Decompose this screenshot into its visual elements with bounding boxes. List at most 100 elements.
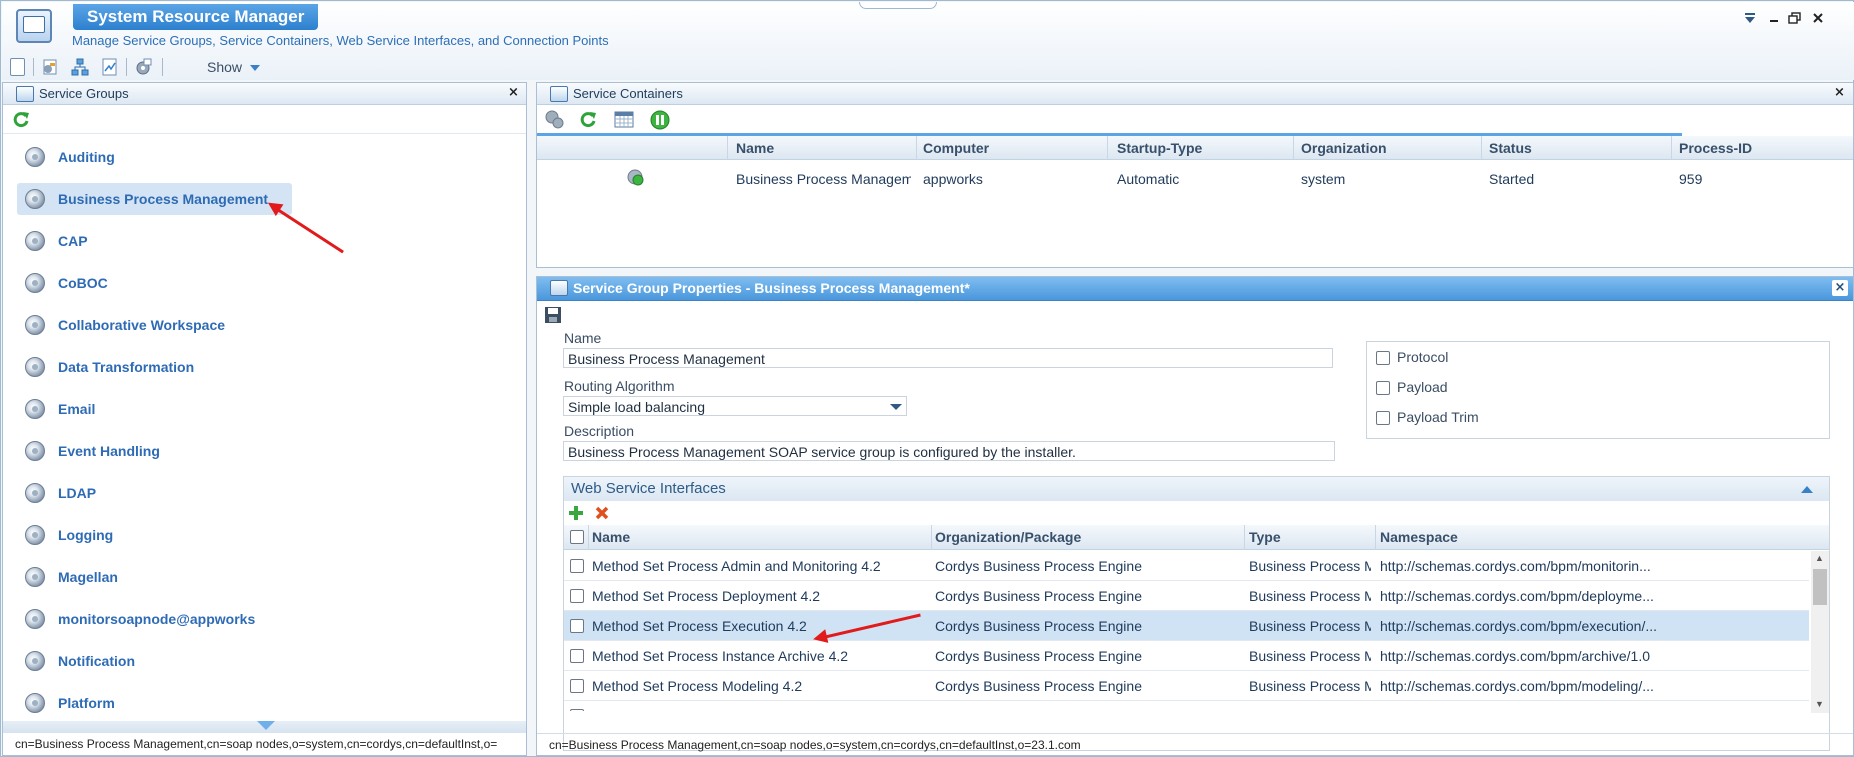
service-group-item[interactable]: LDAP xyxy=(25,477,285,509)
scrollbar-thumb[interactable] xyxy=(1813,569,1827,605)
save-icon[interactable] xyxy=(544,306,562,328)
panel-icon xyxy=(550,86,568,102)
payload-checkbox[interactable] xyxy=(1376,381,1390,395)
panel-splitter[interactable] xyxy=(3,721,526,733)
service-group-item[interactable]: CAP xyxy=(25,225,285,257)
column-type[interactable]: Type xyxy=(1249,529,1374,545)
cell-namespace: http://schemas.cordys.com/bpm/deployme..… xyxy=(1380,588,1654,604)
cell-name: Method Set Process Instance Archive 4.2 xyxy=(592,648,849,664)
service-group-wizard-icon[interactable] xyxy=(41,58,59,76)
hierarchy-icon[interactable] xyxy=(71,58,89,76)
calendar-icon[interactable] xyxy=(614,110,634,132)
report-icon[interactable] xyxy=(101,58,119,76)
column-process-id[interactable]: Process-ID xyxy=(1679,140,1839,156)
collapse-icon[interactable] xyxy=(1800,484,1814,494)
refresh-icon[interactable] xyxy=(12,110,30,132)
container-settings-icon[interactable] xyxy=(544,109,564,133)
row-checkbox[interactable] xyxy=(570,649,584,663)
dropdown-menu-icon[interactable] xyxy=(1742,12,1758,26)
close-window-icon[interactable] xyxy=(1810,12,1826,26)
service-group-label: Platform xyxy=(58,695,115,711)
collapse-header-handle[interactable] xyxy=(859,2,937,9)
table-row[interactable]: Method Set Process Execution 4.2 Cordys B… xyxy=(564,611,1809,641)
service-group-label: monitorsoapnode@appworks xyxy=(58,611,256,627)
cell-startup-type: Automatic xyxy=(1117,171,1180,187)
show-menu-button[interactable]: Show xyxy=(207,59,261,75)
table-row[interactable]: Business Process Manageme appworks Autom… xyxy=(537,162,1853,196)
column-name[interactable]: Name xyxy=(736,140,911,156)
restore-icon[interactable] xyxy=(1787,12,1803,26)
service-group-item[interactable]: Data Transformation xyxy=(25,351,285,383)
cell-process-id: 959 xyxy=(1679,171,1703,187)
wsi-header[interactable]: Web Service Interfaces xyxy=(564,477,1829,501)
cell-organization-package: Cordys Business Process Engine xyxy=(935,618,1142,634)
service-group-item[interactable]: CoBOC xyxy=(25,267,285,299)
service-group-item[interactable]: Email xyxy=(25,393,285,425)
description-field[interactable]: Business Process Management SOAP service… xyxy=(563,441,1335,461)
service-group-item[interactable]: monitorsoapnode@appworks xyxy=(25,603,285,635)
cell-type: Business Process Ma... xyxy=(1249,648,1371,664)
column-computer[interactable]: Computer xyxy=(923,140,1103,156)
scroll-down-icon[interactable]: ▼ xyxy=(1815,699,1824,709)
web-service-interfaces-grid: Name Organization/Package Type Namespace… xyxy=(564,525,1829,751)
vertical-scrollbar[interactable]: ▲ ▼ xyxy=(1811,551,1829,713)
column-organization[interactable]: Organization xyxy=(1301,140,1481,156)
cell-namespace: http://schemas.cordys.com/bpm/monitorin.… xyxy=(1380,558,1651,574)
web-service-interfaces-section: Web Service Interfaces Name Organization… xyxy=(563,476,1830,751)
chevron-down-icon[interactable] xyxy=(884,397,906,415)
column-separator xyxy=(1481,136,1482,160)
row-checkbox[interactable] xyxy=(570,619,584,633)
payload-trim-checkbox[interactable] xyxy=(1376,411,1390,425)
close-icon[interactable]: × xyxy=(1832,280,1848,296)
table-row[interactable]: Method Set Process Instance Archive 4.2 C… xyxy=(564,641,1809,671)
service-group-item[interactable]: Platform xyxy=(25,687,285,719)
refresh-icon[interactable] xyxy=(579,110,597,132)
service-group-gear-icon xyxy=(25,651,45,671)
protocol-checkbox[interactable] xyxy=(1376,351,1390,365)
settings-gear-icon[interactable] xyxy=(134,58,152,76)
row-checkbox[interactable] xyxy=(570,679,584,693)
row-checkbox[interactable] xyxy=(570,709,584,711)
service-group-properties-panel: Service Group Properties - Business Proc… xyxy=(536,276,1854,756)
row-checkbox[interactable] xyxy=(570,589,584,603)
column-status[interactable]: Status xyxy=(1489,140,1669,156)
properties-title: Service Group Properties - Business Proc… xyxy=(573,280,970,296)
delete-icon[interactable] xyxy=(594,505,610,525)
service-group-item[interactable]: Auditing xyxy=(25,141,285,173)
pause-icon[interactable] xyxy=(650,110,670,134)
routing-algorithm-select[interactable]: Simple load balancing xyxy=(563,396,907,416)
service-group-item[interactable]: Notification xyxy=(25,645,285,677)
column-name[interactable]: Name xyxy=(592,529,922,545)
payload-label: Payload xyxy=(1397,379,1448,395)
table-row[interactable]: Method Set Process Deployment 4.2 Cordys … xyxy=(564,581,1809,611)
service-containers-title: Service Containers xyxy=(573,86,683,101)
service-group-label: CoBOC xyxy=(58,275,108,291)
service-group-item[interactable]: Logging xyxy=(25,519,285,551)
service-group-item[interactable]: Business Process Management xyxy=(17,183,292,215)
minimize-icon[interactable] xyxy=(1766,12,1782,26)
close-icon[interactable]: × xyxy=(508,85,519,100)
system-resource-manager-logo-icon xyxy=(16,9,52,43)
row-checkbox[interactable] xyxy=(570,559,584,573)
select-all-checkbox[interactable] xyxy=(570,530,584,544)
column-namespace[interactable]: Namespace xyxy=(1380,529,1620,545)
service-group-item[interactable]: Event Handling xyxy=(25,435,285,467)
close-icon[interactable]: × xyxy=(1834,85,1845,100)
new-document-icon[interactable] xyxy=(10,58,25,76)
panel-icon xyxy=(16,86,34,102)
table-row[interactable]: Method Set Process Authorization 4.2 Cord… xyxy=(564,701,1809,711)
scroll-up-icon[interactable]: ▲ xyxy=(1815,553,1824,563)
table-row[interactable]: Method Set Process Modeling 4.2 Cordys Bu… xyxy=(564,671,1809,701)
name-field[interactable]: Business Process Management xyxy=(563,348,1333,368)
service-group-item[interactable]: Collaborative Workspace xyxy=(25,309,285,341)
add-icon[interactable] xyxy=(568,505,584,525)
column-separator xyxy=(931,525,932,550)
table-row[interactable]: Method Set Process Admin and Monitoring … xyxy=(564,551,1809,581)
service-groups-panel: Service Groups × Auditing Business Proces… xyxy=(2,82,527,756)
toolbar-separator xyxy=(162,58,163,76)
service-group-gear-icon xyxy=(25,189,45,209)
column-organization-package[interactable]: Organization/Package xyxy=(935,529,1235,545)
service-group-item[interactable]: Magellan xyxy=(25,561,285,593)
column-startup-type[interactable]: Startup-Type xyxy=(1117,140,1287,156)
service-group-label: Collaborative Workspace xyxy=(58,317,226,333)
